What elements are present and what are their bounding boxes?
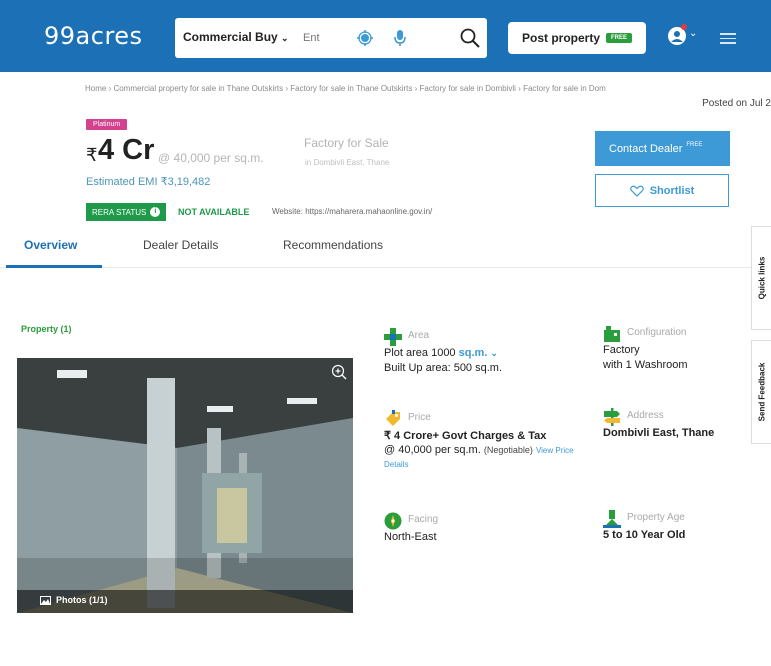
unit-value: sq.m. (458, 347, 488, 359)
price-label: Price (408, 412, 431, 423)
address-label: Address (627, 410, 664, 421)
address-value: Dombivli East, Thane (603, 427, 715, 439)
price-details-link[interactable]: Details (384, 460, 408, 469)
property-age-label: Property Age (627, 512, 685, 523)
total-price: ₹ 4 Crore+ Govt Charges & Tax (384, 430, 547, 442)
active-tab-indicator (6, 265, 102, 268)
price-per-unit: @ 40,000 per sq.m. (158, 151, 264, 165)
property-age-value: 5 to 10 Year Old (603, 529, 686, 541)
photos-count[interactable]: Photos (1/1) (40, 595, 108, 605)
signpost-icon (604, 408, 620, 426)
configuration-label: Configuration (627, 327, 687, 338)
view-price-link[interactable]: View Price (536, 446, 574, 455)
property-location: in Dombivli East, Thane (305, 158, 390, 167)
microphone-icon[interactable] (392, 29, 408, 47)
negotiable-tag: (Negotiable) (483, 445, 533, 455)
top-header: 99acres Commercial Buy ⌄ Ent Post proper… (0, 0, 771, 72)
facing-label: Facing (408, 514, 439, 525)
shortlist-button[interactable]: Shortlist (595, 174, 729, 207)
property-age-icon (603, 510, 621, 528)
plot-area-text: Plot area 1000 (384, 347, 456, 359)
property-type-value: Commercial Buy (183, 30, 278, 44)
compass-icon (384, 512, 402, 530)
zoom-in-icon[interactable] (330, 363, 348, 381)
property-type-select[interactable]: Commercial Buy ⌄ (183, 30, 289, 44)
property-photo[interactable] (17, 358, 353, 613)
washroom-count: with 1 Washroom (603, 359, 688, 371)
search-input[interactable] (303, 29, 343, 47)
page: 99acres Commercial Buy ⌄ Ent Post proper… (0, 0, 771, 666)
contact-dealer-label: Contact Dealer (609, 142, 683, 155)
factory-interior-image (17, 358, 353, 613)
free-tag: FREE (606, 33, 633, 43)
image-icon (40, 595, 51, 605)
tab-recommendations[interactable]: Recommendations (283, 238, 383, 252)
tab-overview[interactable]: Overview (24, 238, 77, 252)
send-feedback-label: Send Feedback (757, 362, 766, 422)
shortlist-label: Shortlist (649, 184, 695, 197)
free-tag: FREE (686, 141, 703, 148)
configuration-type: Factory (603, 344, 640, 356)
contact-dealer-button[interactable]: Contact Dealer FREE (595, 131, 730, 166)
rera-status-value: NOT AVAILABLE (178, 207, 250, 217)
price-tag-icon (386, 410, 400, 426)
heart-icon (629, 185, 644, 197)
post-property-label: Post property (522, 31, 601, 45)
building-icon (604, 326, 620, 342)
notification-dot (681, 24, 687, 30)
area-attribute: Area Plot area 1000 sq.m. ⌄ Built Up are… (384, 328, 584, 378)
search-icon[interactable] (459, 27, 481, 49)
price: 4 Cr (98, 134, 155, 166)
send-feedback-tab[interactable]: Send Feedback (751, 340, 771, 444)
emi-link[interactable]: Estimated EMI ₹3,19,482 (86, 175, 210, 188)
configuration-attribute: Configuration Factory with 1 Washroom (603, 325, 753, 380)
breadcrumb[interactable]: Home › Commercial property for sale in T… (85, 84, 771, 93)
facing-attribute: Facing North-East (384, 512, 534, 552)
photos-count-label: Photos (1/1) (56, 595, 108, 605)
info-icon[interactable]: i (150, 207, 161, 217)
rupee-symbol: ₹ (86, 145, 98, 165)
price-rate: @ 40,000 per sq.m. (384, 444, 481, 456)
area-label: Area (408, 330, 430, 341)
address-attribute: Address Dombivli East, Thane (603, 408, 753, 448)
chevron-down-icon[interactable]: ⌄ (689, 28, 697, 39)
chevron-down-icon: ⌄ (490, 348, 498, 358)
hamburger-menu-icon[interactable] (720, 33, 736, 45)
facing-value: North-East (384, 531, 437, 543)
rera-status-badge: RERA STATUS i (86, 203, 167, 221)
section-tabs: Overview Dealer Details Recommendations (0, 232, 771, 268)
chevron-down-icon: ⌄ (281, 33, 289, 43)
plot-area-value: Plot area 1000 sq.m. ⌄ (384, 347, 498, 359)
locate-me-icon[interactable] (357, 30, 373, 46)
rera-label: RERA STATUS (92, 207, 147, 217)
unit-select[interactable]: sq.m. ⌄ (459, 347, 498, 359)
property-title: Factory for Sale (304, 136, 389, 150)
search-bar: Commercial Buy ⌄ (175, 18, 487, 58)
rera-website[interactable]: Website: https://maharera.mahaonline.gov… (272, 207, 432, 216)
property-age-attribute: Property Age 5 to 10 Year Old (603, 510, 753, 550)
site-logo[interactable]: 99acres (44, 22, 143, 50)
property-count-label: Property (1) (21, 324, 72, 334)
area-icon (384, 328, 402, 346)
post-property-button[interactable]: Post property FREE (508, 22, 646, 54)
tab-dealer-details[interactable]: Dealer Details (143, 238, 218, 252)
price-per-unit-detail: @ 40,000 per sq.m. (Negotiable) View Pri… (384, 444, 574, 456)
built-up-area-value: Built Up area: 500 sq.m. (384, 362, 503, 374)
platinum-badge: Platinum (86, 119, 128, 130)
quick-links-label: Quick links (757, 256, 766, 300)
quick-links-tab[interactable]: Quick links (751, 226, 771, 330)
price-attribute: Price ₹ 4 Crore+ Govt Charges & Tax @ 40… (384, 410, 604, 480)
posted-date: Posted on Jul 2 (702, 98, 771, 109)
